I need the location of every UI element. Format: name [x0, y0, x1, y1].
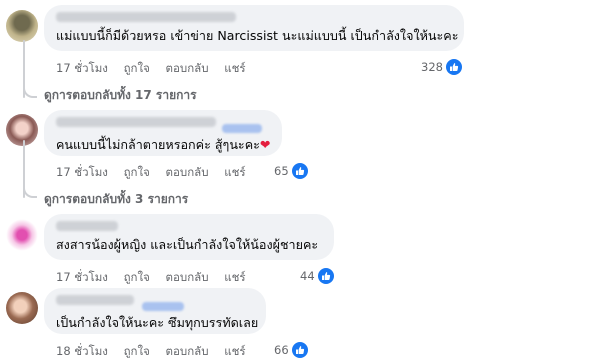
reaction-count: 66	[274, 343, 289, 357]
comment-text-content: คนแบบนี้ไม่กล้าตายหรอกค่ะ สู้ๆนะคะ	[56, 137, 260, 152]
view-replies-link[interactable]: ดูการตอบกลับทั้ง 17 รายการ	[44, 86, 197, 105]
comment-text: สงสารน้องผู้หญิง และเป็นกำลังใจให้น้องผู…	[56, 237, 319, 252]
reply-button[interactable]: ตอบกลับ	[166, 61, 209, 75]
comment-actions: 17 ชั่วโมง ถูกใจ ตอบกลับ แชร์	[56, 60, 258, 78]
thread-connector	[23, 184, 37, 198]
comment-bubble: สงสารน้องผู้หญิง และเป็นกำลังใจให้น้องผู…	[44, 214, 334, 260]
thumbs-up-icon	[445, 59, 462, 75]
share-button[interactable]: แชร์	[224, 165, 245, 179]
reaction-count: 44	[300, 269, 315, 283]
comment-actions: 18 ชั่วโมง ถูกใจ ตอบกลับ แชร์	[56, 343, 258, 361]
thumbs-up-icon	[291, 342, 308, 358]
avatar[interactable]	[6, 114, 38, 146]
comment-text: แม่แบบนี้ก็มีด้วยหรอ เข้าข่าย Narcissist…	[56, 28, 459, 43]
comment-text: คนแบบนี้ไม่กล้าตายหรอกค่ะ สู้ๆนะคะ❤	[56, 137, 270, 153]
author-badge	[142, 302, 184, 311]
like-button[interactable]: ถูกใจ	[124, 344, 150, 358]
reaction-summary[interactable]: 66	[274, 342, 308, 358]
comment-author-name[interactable]	[56, 117, 216, 127]
avatar[interactable]	[6, 219, 38, 251]
comment-actions: 17 ชั่วโมง ถูกใจ ตอบกลับ แชร์	[56, 269, 258, 287]
reaction-summary[interactable]: 65	[274, 163, 308, 179]
reply-button[interactable]: ตอบกลับ	[166, 270, 209, 284]
comment-time[interactable]: 17 ชั่วโมง	[56, 165, 108, 179]
heart-icon: ❤	[259, 137, 271, 152]
thread-connector	[23, 84, 37, 98]
comment-text: เป็นกำลังใจให้นะคะ ซึมทุกบรรทัดเลย	[56, 315, 259, 330]
share-button[interactable]: แชร์	[224, 61, 245, 75]
thumbs-up-icon	[291, 163, 308, 179]
author-badge	[222, 124, 262, 133]
like-button[interactable]: ถูกใจ	[124, 270, 150, 284]
comment-time[interactable]: 18 ชั่วโมง	[56, 344, 108, 358]
reply-button[interactable]: ตอบกลับ	[166, 344, 209, 358]
comment-author-name[interactable]	[56, 221, 118, 231]
comment-bubble: แม่แบบนี้ก็มีด้วยหรอ เข้าข่าย Narcissist…	[44, 5, 464, 51]
share-button[interactable]: แชร์	[224, 344, 245, 358]
reaction-summary[interactable]: 328	[421, 59, 462, 75]
reaction-count: 65	[274, 164, 289, 178]
view-replies-link[interactable]: ดูการตอบกลับทั้ง 3 รายการ	[44, 190, 188, 209]
share-button[interactable]: แชร์	[224, 270, 245, 284]
comment-actions: 17 ชั่วโมง ถูกใจ ตอบกลับ แชร์	[56, 164, 258, 182]
reaction-count: 328	[421, 60, 443, 74]
comment-bubble: เป็นกำลังใจให้นะคะ ซึมทุกบรรทัดเลย	[44, 288, 266, 334]
comment-author-name[interactable]	[56, 295, 134, 305]
reply-button[interactable]: ตอบกลับ	[166, 165, 209, 179]
comment-bubble: คนแบบนี้ไม่กล้าตายหรอกค่ะ สู้ๆนะคะ❤	[44, 110, 282, 156]
comment-author-name[interactable]	[56, 12, 236, 22]
avatar[interactable]	[6, 292, 38, 324]
like-button[interactable]: ถูกใจ	[124, 165, 150, 179]
comment-time[interactable]: 17 ชั่วโมง	[56, 61, 108, 75]
reaction-summary[interactable]: 44	[300, 268, 334, 284]
thumbs-up-icon	[317, 268, 334, 284]
like-button[interactable]: ถูกใจ	[124, 61, 150, 75]
comment-time[interactable]: 17 ชั่วโมง	[56, 270, 108, 284]
avatar[interactable]	[6, 10, 38, 42]
